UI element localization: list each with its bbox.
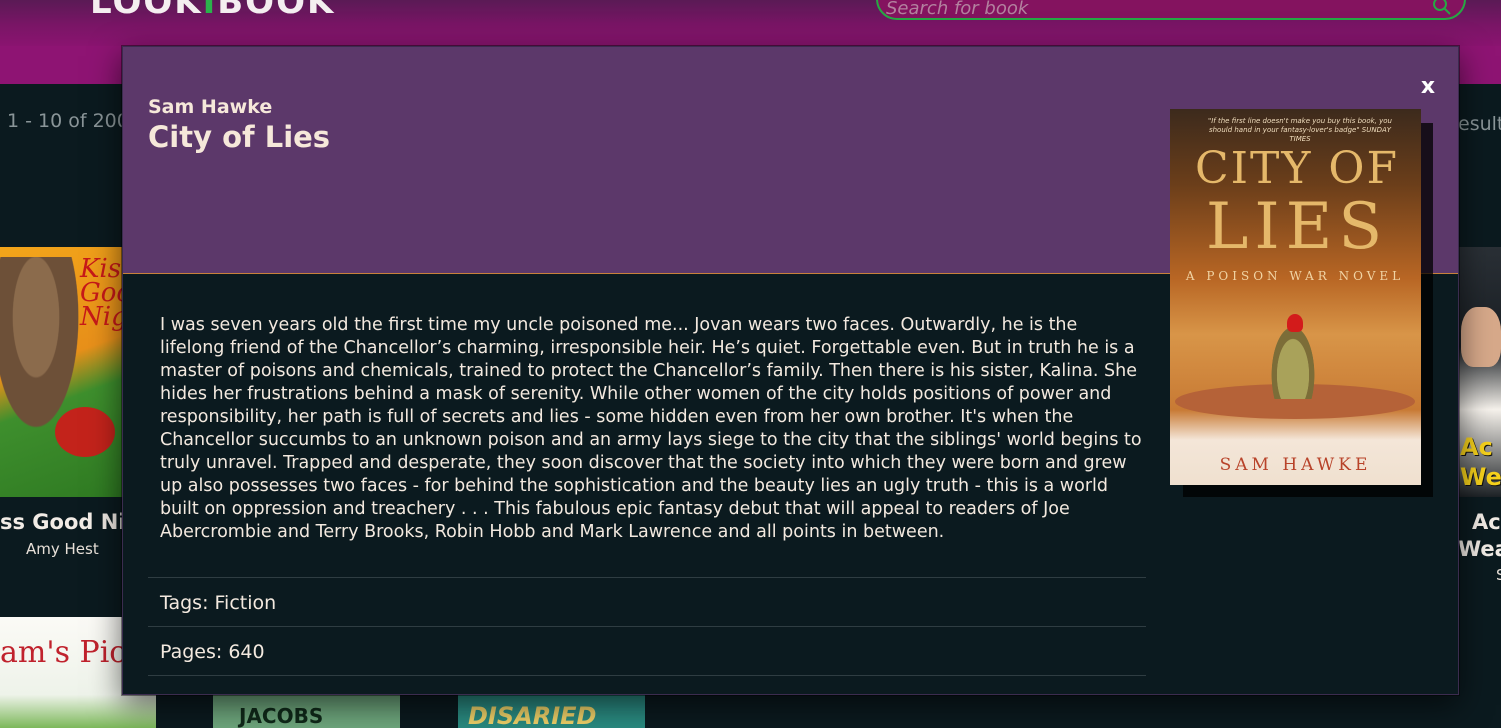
tags-label: Tags: Fiction [160, 592, 277, 614]
book-author: Amy Hest [26, 540, 99, 558]
close-button[interactable]: x [1413, 71, 1443, 101]
cover-illustration [1461, 307, 1501, 367]
book-title[interactable]: Ac [1472, 510, 1501, 534]
cover-title-line1: CITY OF [1194, 143, 1400, 194]
modal-author: Sam Hawke [148, 96, 273, 118]
cover-title-text: DISARIED [468, 702, 597, 728]
logo-text-mid: I [202, 0, 218, 22]
book-cover-right[interactable]: AcWea [1458, 247, 1501, 497]
cover-subtitle: A POISON WAR NOVEL [1185, 269, 1405, 283]
top-header: LOOKIBOOK [0, 0, 1501, 46]
tags-row: Tags: Fiction [148, 577, 1146, 626]
modal-title: City of Lies [148, 120, 331, 154]
book-description: I was seven years old the first time my … [160, 315, 1142, 542]
book-title[interactable]: ss Good Nig [0, 510, 141, 534]
site-logo[interactable]: LOOKIBOOK [90, 0, 335, 22]
search-box [876, 0, 1466, 20]
book-cover-bottom-2[interactable]: JACOBS [213, 692, 400, 728]
next-meta-row [148, 675, 1146, 694]
cover-title: CITY OF LIES [1182, 143, 1412, 264]
cover-title-line2: LIES [1205, 190, 1389, 264]
cover-title-text: KisGooNig [80, 254, 122, 332]
modal-book-cover: "If the first line doesn't make you buy … [1170, 109, 1421, 485]
pages-row: Pages: 640 [148, 626, 1146, 675]
cover-author: SAM HAWKE [1219, 455, 1372, 475]
cover-illustration-detail [55, 407, 115, 457]
logo-text-right: BOOK [217, 0, 336, 22]
book-author: S [1496, 566, 1501, 584]
search-icon[interactable] [1432, 0, 1452, 16]
cover-title-text: JACOBS [239, 704, 324, 728]
cover-title-text: AcWea [1460, 433, 1501, 491]
cover-blurb: "If the first line doesn't make you buy … [1208, 117, 1392, 143]
logo-text-left: LOOK [90, 0, 203, 22]
book-cover-bottom-3[interactable]: DISARIED [458, 692, 645, 728]
pages-label: Pages: 640 [160, 641, 265, 663]
cover-illustration-stopper [1287, 314, 1303, 332]
book-cover-kiss-good-night[interactable]: KisGooNig [0, 247, 122, 497]
book-title-line2[interactable]: Wea [1458, 537, 1501, 561]
results-label: esults [1458, 113, 1501, 135]
results-count: 1 - 10 of 2000 [7, 110, 141, 132]
book-detail-modal: Sam Hawke City of Lies x "If the first l… [122, 46, 1459, 695]
search-input[interactable] [886, 0, 1416, 20]
